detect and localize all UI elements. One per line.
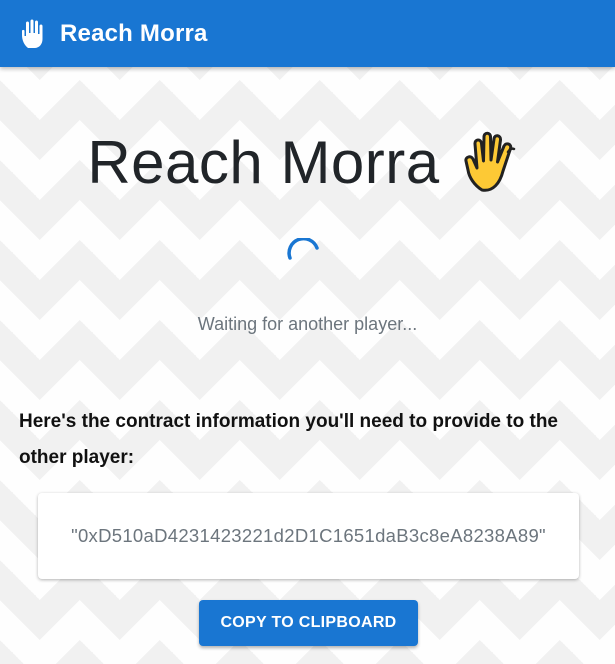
app-title[interactable]: Reach Morra: [60, 20, 208, 48]
contract-info-text[interactable]: "0xD510aD4231423221d2D1C1651daB3c8eA8238…: [71, 525, 546, 547]
raised-hand-with-fingers-splayed-icon: [462, 130, 528, 196]
loading-spinner-icon: [283, 236, 323, 278]
page-title: Reach Morra: [87, 129, 440, 196]
contract-info-box: "0xD510aD4231423221d2D1C1651daB3c8eA8238…: [38, 493, 579, 579]
app-bar: Reach Morra: [0, 0, 615, 67]
copy-to-clipboard-button[interactable]: COPY TO CLIPBOARD: [199, 600, 418, 646]
status-text: Waiting for another player...: [197, 314, 418, 334]
contract-info-heading: Here's the contract information you'll n…: [19, 411, 558, 468]
page-header: Reach Morra: [0, 128, 615, 197]
raised-hand-icon: [20, 17, 50, 51]
